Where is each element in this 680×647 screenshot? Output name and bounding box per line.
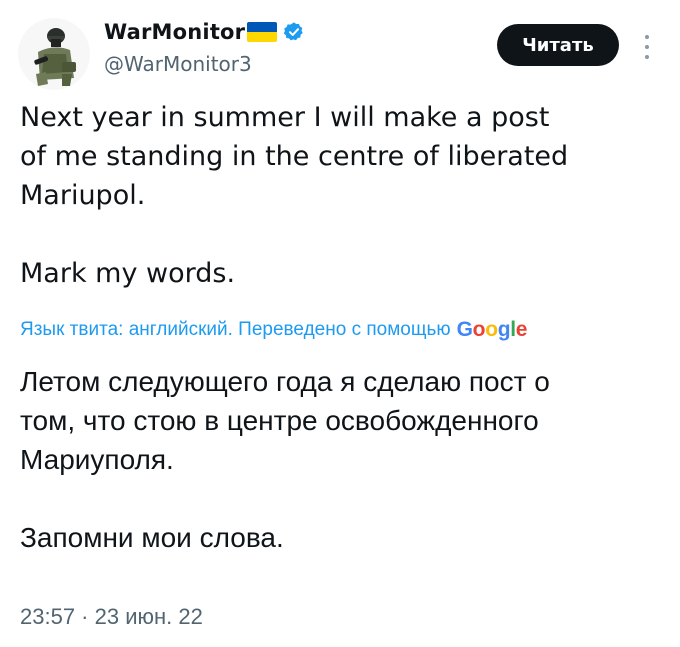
verified-badge-icon [284, 22, 303, 41]
read-button[interactable]: Читать [497, 24, 619, 66]
author-display-name[interactable]: WarMonitor [104, 20, 305, 44]
tweet-timestamp[interactable]: 23:57 · 23 июн. 22 [20, 604, 203, 630]
author-handle[interactable]: @WarMonitor3 [104, 52, 252, 76]
tweet-text: Next year in summer I will make a post o… [20, 102, 569, 289]
more-vertical-icon[interactable] [640, 32, 654, 62]
translation-label[interactable]: Язык твита: английский. Переведено с пом… [20, 319, 451, 341]
avatar[interactable] [18, 18, 90, 90]
ukraine-flag-icon [247, 22, 278, 42]
translated-tweet-text: Летом следующего года я сделаю пост о то… [20, 366, 550, 553]
google-logo: Google [456, 318, 528, 341]
author-name[interactable]: WarMonitor [104, 20, 245, 44]
translation-notice[interactable]: Язык твита: английский. Переведено с пом… [20, 318, 527, 342]
